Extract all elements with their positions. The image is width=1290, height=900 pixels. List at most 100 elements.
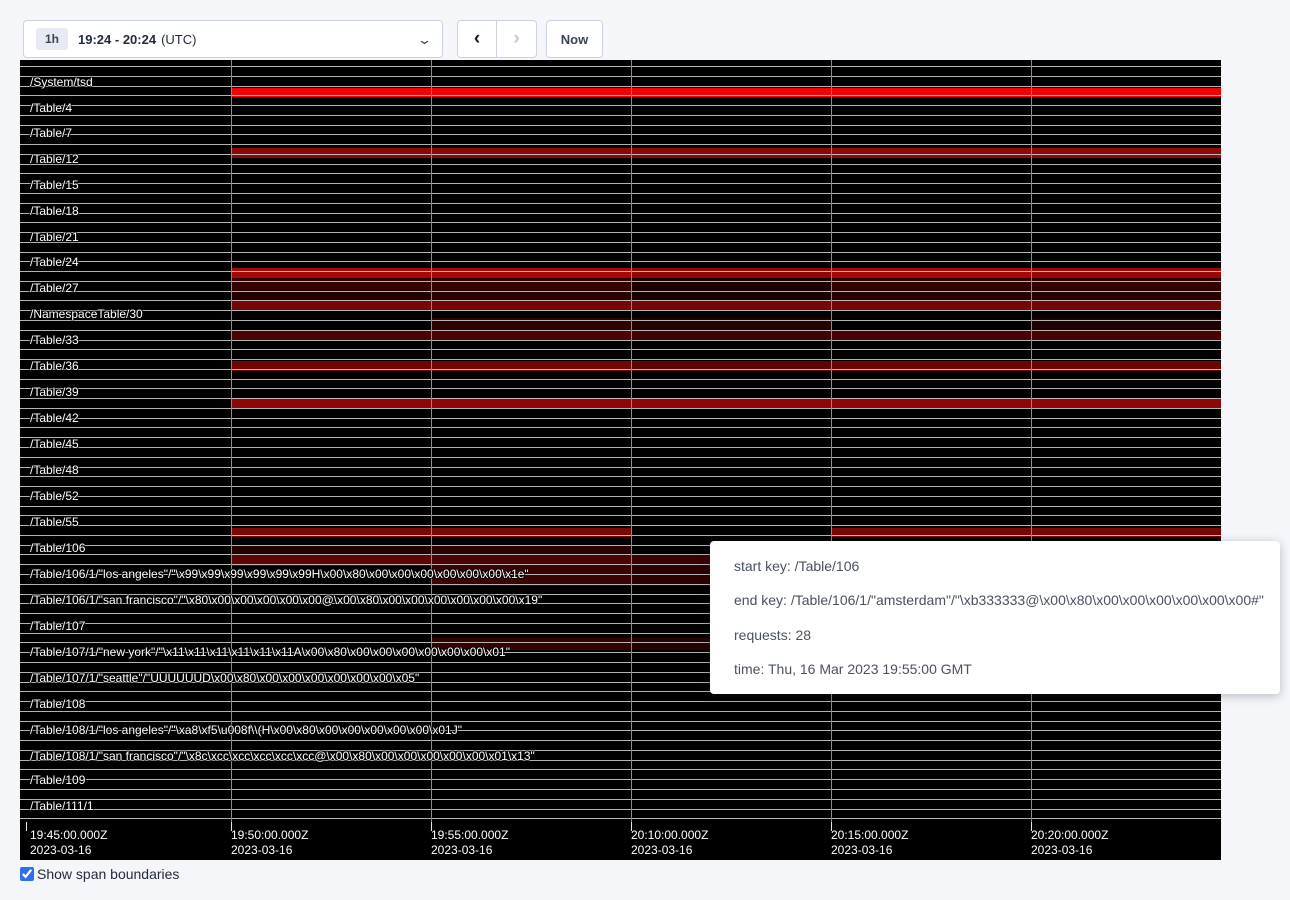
span-boundary-line: [20, 779, 1221, 780]
time-axis-label: 20:15:00.000Z2023-03-16: [831, 828, 908, 858]
heat-band[interactable]: [831, 300, 1031, 310]
heatmap-plot[interactable]: /System/tsd/Table/4/Table/7/Table/12/Tab…: [20, 60, 1221, 822]
show-span-boundaries-label[interactable]: Show span boundaries: [37, 866, 179, 882]
heat-band[interactable]: [831, 398, 1031, 408]
time-axis-label: 19:45:00.000Z2023-03-16: [30, 828, 107, 858]
heat-band[interactable]: [631, 330, 831, 340]
heat-band[interactable]: [831, 278, 1031, 290]
span-boundary-line: [20, 213, 1221, 214]
now-button[interactable]: Now: [546, 20, 603, 58]
span-boundary-line: [20, 154, 1221, 155]
key-span-label: /Table/45: [30, 437, 79, 452]
heat-band[interactable]: [1031, 268, 1221, 278]
span-boundary-line: [20, 173, 1221, 174]
heat-band[interactable]: [1031, 148, 1221, 158]
heat-band[interactable]: [231, 278, 431, 290]
heat-band[interactable]: [231, 398, 431, 408]
key-span-label: /Table/106: [30, 541, 85, 556]
span-boundary-line: [20, 183, 1221, 184]
axis-date: 2023-03-16: [30, 843, 107, 858]
span-boundary-line: [20, 496, 1221, 497]
heat-band[interactable]: [631, 278, 831, 290]
span-boundary-line: [20, 105, 1221, 106]
axis-time: 19:50:00.000Z: [231, 828, 308, 842]
span-boundary-line: [20, 252, 1221, 253]
heat-band[interactable]: [631, 268, 831, 278]
heat-band[interactable]: [831, 148, 1031, 158]
heat-band[interactable]: [1031, 278, 1221, 290]
heat-band[interactable]: [431, 278, 631, 290]
heat-band[interactable]: [431, 148, 631, 158]
key-span-label: /Table/21: [30, 230, 79, 245]
tooltip-requests: requests: 28: [734, 627, 1256, 643]
axis-date: 2023-03-16: [431, 843, 508, 858]
key-span-label: /Table/7: [30, 126, 72, 141]
span-boundary-line: [20, 721, 1221, 722]
key-span-label: /Table/107/1/"new york"/"\x11\x11\x11\x1…: [30, 645, 510, 660]
key-span-label: /Table/109: [30, 773, 85, 788]
span-boundary-line: [20, 799, 1221, 800]
span-boundary-line: [20, 486, 1221, 487]
chevron-down-icon: ⌄: [417, 33, 432, 46]
time-range-dropdown[interactable]: 1h 19:24 - 20:24 (UTC) ⌄: [23, 20, 443, 58]
span-boundary-line: [20, 476, 1221, 477]
heat-band[interactable]: [831, 330, 1031, 340]
heat-band[interactable]: [431, 330, 631, 340]
range-nav-group: ‹ ›: [457, 20, 537, 58]
axis-time: 20:10:00.000Z: [631, 828, 708, 842]
preset-badge: 1h: [36, 28, 68, 50]
next-range-button[interactable]: ›: [497, 20, 537, 58]
time-column-line: [831, 60, 832, 822]
span-boundary-line: [20, 506, 1221, 507]
chevron-left-icon: ‹: [474, 28, 480, 50]
heat-band[interactable]: [231, 330, 431, 340]
key-span-label: /Table/108/1/"san francisco"/"\x8c\xcc\x…: [30, 749, 535, 764]
heat-band[interactable]: [631, 398, 831, 408]
heat-band[interactable]: [631, 148, 831, 158]
axis-date: 2023-03-16: [831, 843, 908, 858]
span-boundary-line: [20, 242, 1221, 243]
key-visualizer-page: 1h 19:24 - 20:24 (UTC) ⌄ ‹ › Now /System…: [0, 0, 1290, 900]
heat-band[interactable]: [431, 398, 631, 408]
span-boundary-line: [20, 388, 1221, 389]
span-boundary-line: [20, 340, 1221, 341]
key-span-label: /Table/39: [30, 385, 79, 400]
span-boundary-line: [20, 232, 1221, 233]
heat-band[interactable]: [631, 300, 831, 310]
key-visualizer-heatmap[interactable]: /System/tsd/Table/4/Table/7/Table/12/Tab…: [20, 60, 1221, 860]
time-column-line: [1031, 60, 1032, 822]
heat-band[interactable]: [431, 300, 631, 310]
span-boundary-line: [20, 427, 1221, 428]
span-boundary-line: [20, 789, 1221, 790]
time-axis-label: 20:10:00.000Z2023-03-16: [631, 828, 708, 858]
span-boundary-line: [20, 144, 1221, 145]
span-boundary-line: [20, 515, 1221, 516]
span-boundary-line: [20, 203, 1221, 204]
key-span-label: /Table/42: [30, 411, 79, 426]
span-boundary-line: [20, 125, 1221, 126]
heat-band[interactable]: [231, 300, 431, 310]
heat-band[interactable]: [231, 148, 431, 158]
heat-band[interactable]: [231, 268, 431, 278]
heat-band[interactable]: [1031, 300, 1221, 310]
show-span-boundaries-checkbox[interactable]: [20, 867, 34, 881]
span-boundary-line: [20, 408, 1221, 409]
span-boundary-line: [20, 447, 1221, 448]
key-span-label: /Table/48: [30, 463, 79, 478]
heat-band[interactable]: [431, 268, 631, 278]
key-span-label: /Table/52: [30, 489, 79, 504]
axis-date: 2023-03-16: [1031, 843, 1108, 858]
span-tooltip: start key: /Table/106 end key: /Table/10…: [710, 541, 1280, 694]
span-boundary-line: [20, 281, 1221, 282]
span-boundary-line: [20, 86, 1221, 87]
span-boundary-line: [20, 261, 1221, 262]
footer-controls: Show span boundaries: [20, 866, 179, 882]
span-boundary-line: [20, 222, 1221, 223]
span-boundary-line: [20, 330, 1221, 331]
tooltip-start-key: start key: /Table/106: [734, 558, 1256, 574]
heat-band[interactable]: [831, 268, 1031, 278]
previous-range-button[interactable]: ‹: [457, 20, 497, 58]
heat-band[interactable]: [1031, 330, 1221, 340]
heat-band[interactable]: [1031, 398, 1221, 408]
time-axis-label: 20:20:00.000Z2023-03-16: [1031, 828, 1108, 858]
